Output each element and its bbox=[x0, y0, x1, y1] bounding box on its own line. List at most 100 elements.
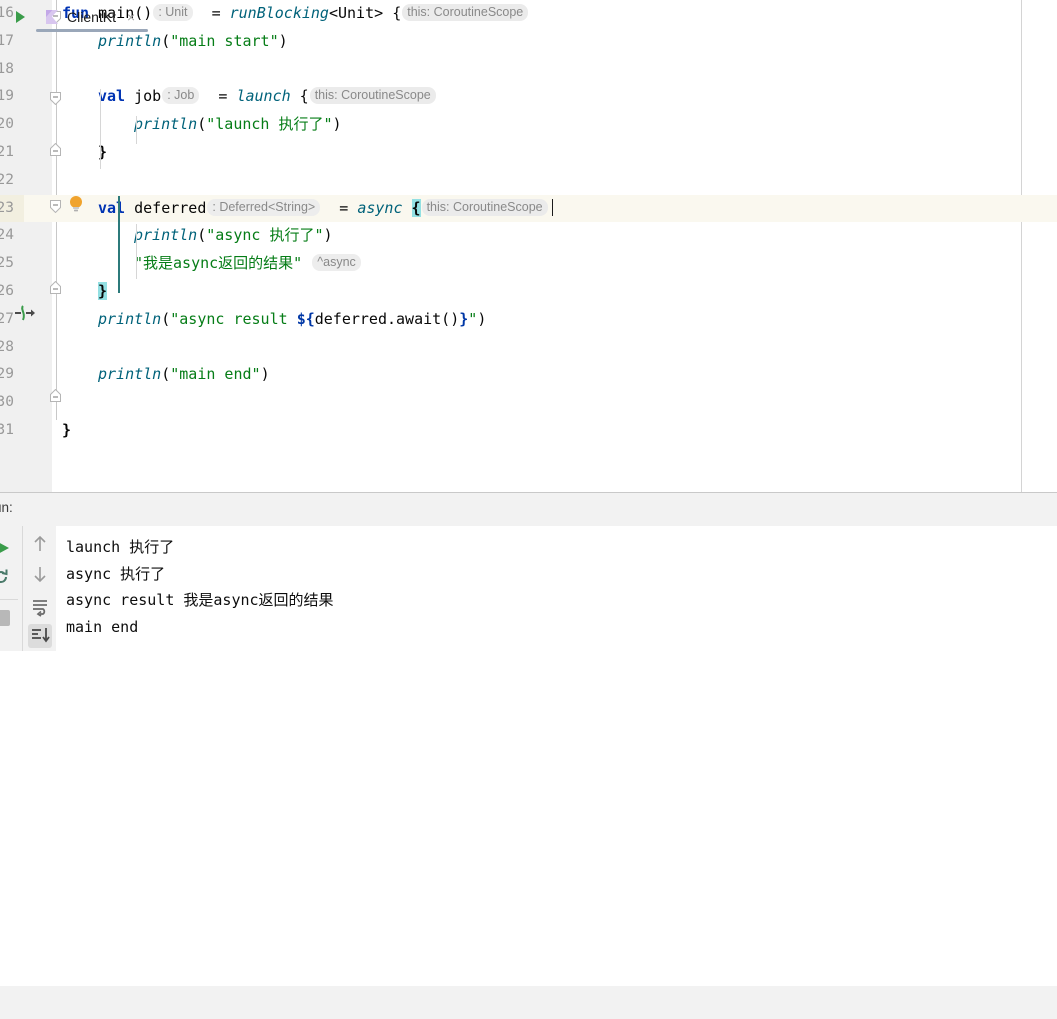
token-paren-open: ( bbox=[161, 309, 171, 328]
token-equals: = bbox=[339, 198, 349, 217]
code-text[interactable]: } bbox=[62, 417, 71, 445]
code-text[interactable]: val job: Job = launch {this: CoroutineSc… bbox=[98, 83, 437, 111]
code-line[interactable]: 22 bbox=[0, 167, 1057, 195]
token-println: println bbox=[134, 115, 198, 134]
code-editor[interactable]: 16 fun main(): Unit = runBlocking<Unit> … bbox=[0, 0, 1057, 492]
stop-icon[interactable] bbox=[0, 610, 10, 626]
inlay-hint-deferred-string[interactable]: : Deferred<String> bbox=[207, 198, 321, 216]
code-line[interactable]: 17 println("main start") bbox=[0, 28, 1057, 56]
code-line-current[interactable]: 23 val deferred: Deferred<String> = asyn… bbox=[0, 194, 1057, 223]
code-text[interactable]: println("main end") bbox=[98, 361, 270, 389]
token-paren-open: ( bbox=[161, 31, 171, 50]
token-template-expr: deferred.await() bbox=[314, 309, 460, 328]
run-tab-bar bbox=[0, 986, 1057, 1019]
run-tab-title: ClientKt bbox=[67, 8, 117, 25]
toolbar-separator bbox=[0, 599, 18, 600]
token-string-main-end: "main end" bbox=[170, 365, 261, 384]
token-brace-close-matched: } bbox=[98, 281, 108, 300]
run-tab-active-indicator bbox=[36, 29, 148, 32]
indent-guide bbox=[136, 224, 137, 279]
token-runblocking: runBlocking bbox=[229, 4, 329, 22]
code-line[interactable]: 20 println("launch 执行了") bbox=[0, 111, 1057, 139]
fold-marker-icon[interactable] bbox=[49, 200, 62, 213]
token-variable-job: job bbox=[134, 87, 162, 106]
inlay-hint-job[interactable]: : Job bbox=[162, 87, 200, 105]
inlay-hint-this-coroutinescope[interactable]: this: CoroutineScope bbox=[421, 198, 548, 216]
indent-guide bbox=[136, 116, 137, 144]
line-number: 18 bbox=[0, 60, 14, 77]
next-occurrence-icon[interactable] bbox=[28, 562, 52, 586]
code-lines[interactable]: 16 fun main(): Unit = runBlocking<Unit> … bbox=[0, 0, 1057, 492]
token-string-result-zh: "我是async返回的结果" bbox=[134, 254, 303, 273]
token-println: println bbox=[98, 365, 162, 384]
code-line[interactable]: 28 bbox=[0, 334, 1057, 362]
run-console-output[interactable]: launch 执行了 async 执行了 async result 我是asyn… bbox=[56, 526, 1057, 651]
soft-wrap-icon[interactable] bbox=[28, 594, 52, 618]
line-number: 29 bbox=[0, 366, 14, 383]
close-icon[interactable]: × bbox=[127, 10, 135, 24]
code-line[interactable]: 30 bbox=[0, 389, 1057, 417]
token-brace-open: { bbox=[392, 4, 402, 22]
code-line[interactable]: 24 println("async 执行了") bbox=[0, 222, 1057, 250]
code-text[interactable]: "我是async返回的结果" ^async bbox=[134, 250, 362, 278]
line-number: 22 bbox=[0, 171, 14, 188]
line-number: 23 bbox=[0, 194, 24, 223]
code-text[interactable]: val deferred: Deferred<String> = async {… bbox=[98, 195, 554, 223]
code-line[interactable]: 18 bbox=[0, 56, 1057, 84]
code-line[interactable]: 29 println("main end") bbox=[0, 361, 1057, 389]
code-line[interactable]: 27 println("async result ${deferred.awai… bbox=[0, 306, 1057, 334]
run-left-toolbar[interactable] bbox=[0, 526, 22, 651]
fold-marker-end-icon[interactable] bbox=[49, 281, 62, 294]
indent-guide bbox=[100, 89, 101, 169]
line-number: 19 bbox=[0, 88, 14, 105]
inlay-hint-unit[interactable]: : Unit bbox=[153, 4, 193, 21]
console-line: launch 执行了 bbox=[66, 538, 175, 556]
code-line[interactable]: 25 "我是async返回的结果" ^async bbox=[0, 250, 1057, 278]
line-number: 25 bbox=[0, 255, 14, 272]
inlay-hint-this-coroutinescope[interactable]: this: CoroutineScope bbox=[402, 4, 529, 21]
code-line[interactable]: 31 } bbox=[0, 417, 1057, 445]
code-line[interactable]: 19 val job: Job = launch {this: Coroutin… bbox=[0, 83, 1057, 111]
token-paren-close: ) bbox=[260, 365, 270, 384]
rerun-icon[interactable] bbox=[0, 538, 14, 558]
code-text[interactable]: println("launch 执行了") bbox=[134, 111, 342, 139]
inlay-hint-this-coroutinescope[interactable]: this: CoroutineScope bbox=[309, 87, 436, 105]
inlay-hint-caret-async[interactable]: ^async bbox=[312, 254, 361, 272]
token-brace-close: } bbox=[62, 420, 72, 439]
token-template-close: } bbox=[459, 309, 469, 328]
prev-occurrence-icon[interactable] bbox=[28, 532, 52, 556]
token-println: println bbox=[98, 31, 162, 50]
token-println: println bbox=[98, 309, 162, 328]
code-line[interactable]: 16 fun main(): Unit = runBlocking<Unit> … bbox=[0, 0, 1057, 28]
fold-marker-icon[interactable] bbox=[49, 92, 62, 105]
rerun-failed-icon[interactable] bbox=[0, 567, 12, 587]
scroll-to-end-icon[interactable] bbox=[28, 624, 52, 648]
token-string-async-zh: "async 执行了" bbox=[206, 226, 324, 245]
code-line[interactable]: 21 } bbox=[0, 139, 1057, 167]
intention-bulb-icon[interactable] bbox=[68, 195, 84, 213]
code-line[interactable]: 26 } bbox=[0, 278, 1057, 306]
fold-marker-end-icon[interactable] bbox=[49, 389, 62, 402]
run-arrow-icon[interactable] bbox=[16, 11, 25, 23]
console-line: async 执行了 bbox=[66, 564, 166, 583]
token-keyword-val: val bbox=[98, 87, 126, 106]
line-number: 21 bbox=[0, 143, 14, 160]
fold-marker-end-icon[interactable] bbox=[49, 143, 62, 156]
token-paren-close: ) bbox=[323, 226, 333, 245]
code-text[interactable]: println("async result ${deferred.await()… bbox=[98, 306, 486, 334]
current-block-marker bbox=[118, 196, 120, 293]
run-console-toolbar[interactable] bbox=[22, 526, 57, 651]
token-paren-close: ) bbox=[332, 115, 342, 134]
suspend-call-icon[interactable] bbox=[14, 303, 36, 323]
code-text[interactable]: println("async 执行了") bbox=[134, 222, 333, 250]
token-paren-open: ( bbox=[161, 365, 171, 384]
code-text[interactable]: } bbox=[98, 278, 108, 306]
console-line: main end bbox=[66, 617, 139, 636]
